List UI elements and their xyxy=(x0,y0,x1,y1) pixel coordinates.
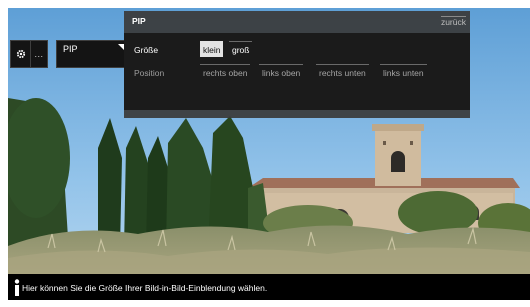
position-option-rechts-unten[interactable]: rechts unten xyxy=(316,64,369,80)
size-option-klein[interactable]: klein xyxy=(200,41,224,57)
panel-body: Größe klein groß Position rechts oben li… xyxy=(124,33,470,110)
tv-screen: ... PIP PIP zurück Größe klein groß Posi… xyxy=(8,8,530,300)
info-icon xyxy=(14,279,20,296)
pip-menu-label: PIP xyxy=(63,44,78,54)
position-option-rechts-oben[interactable]: rechts oben xyxy=(200,64,251,80)
settings-button[interactable] xyxy=(10,40,32,68)
more-button[interactable]: ... xyxy=(30,40,48,68)
position-option-links-unten[interactable]: links unten xyxy=(380,64,427,80)
back-button[interactable]: zurück xyxy=(440,16,466,27)
size-option-gross[interactable]: groß xyxy=(229,41,253,57)
pip-settings-panel: PIP zurück Größe klein groß Position rec… xyxy=(124,11,470,118)
position-option-links-oben[interactable]: links oben xyxy=(259,64,304,80)
info-bar: Hier können Sie die Größe Ihrer Bild-in-… xyxy=(8,274,530,300)
pip-menu-button[interactable]: PIP xyxy=(56,40,128,68)
panel-header: PIP zurück xyxy=(124,11,470,29)
panel-title: PIP xyxy=(132,16,146,26)
size-label: Größe xyxy=(134,45,159,55)
position-label: Position xyxy=(134,68,165,78)
gear-icon xyxy=(16,49,26,59)
more-label: ... xyxy=(34,49,44,59)
info-text: Hier können Sie die Größe Ihrer Bild-in-… xyxy=(22,283,268,293)
